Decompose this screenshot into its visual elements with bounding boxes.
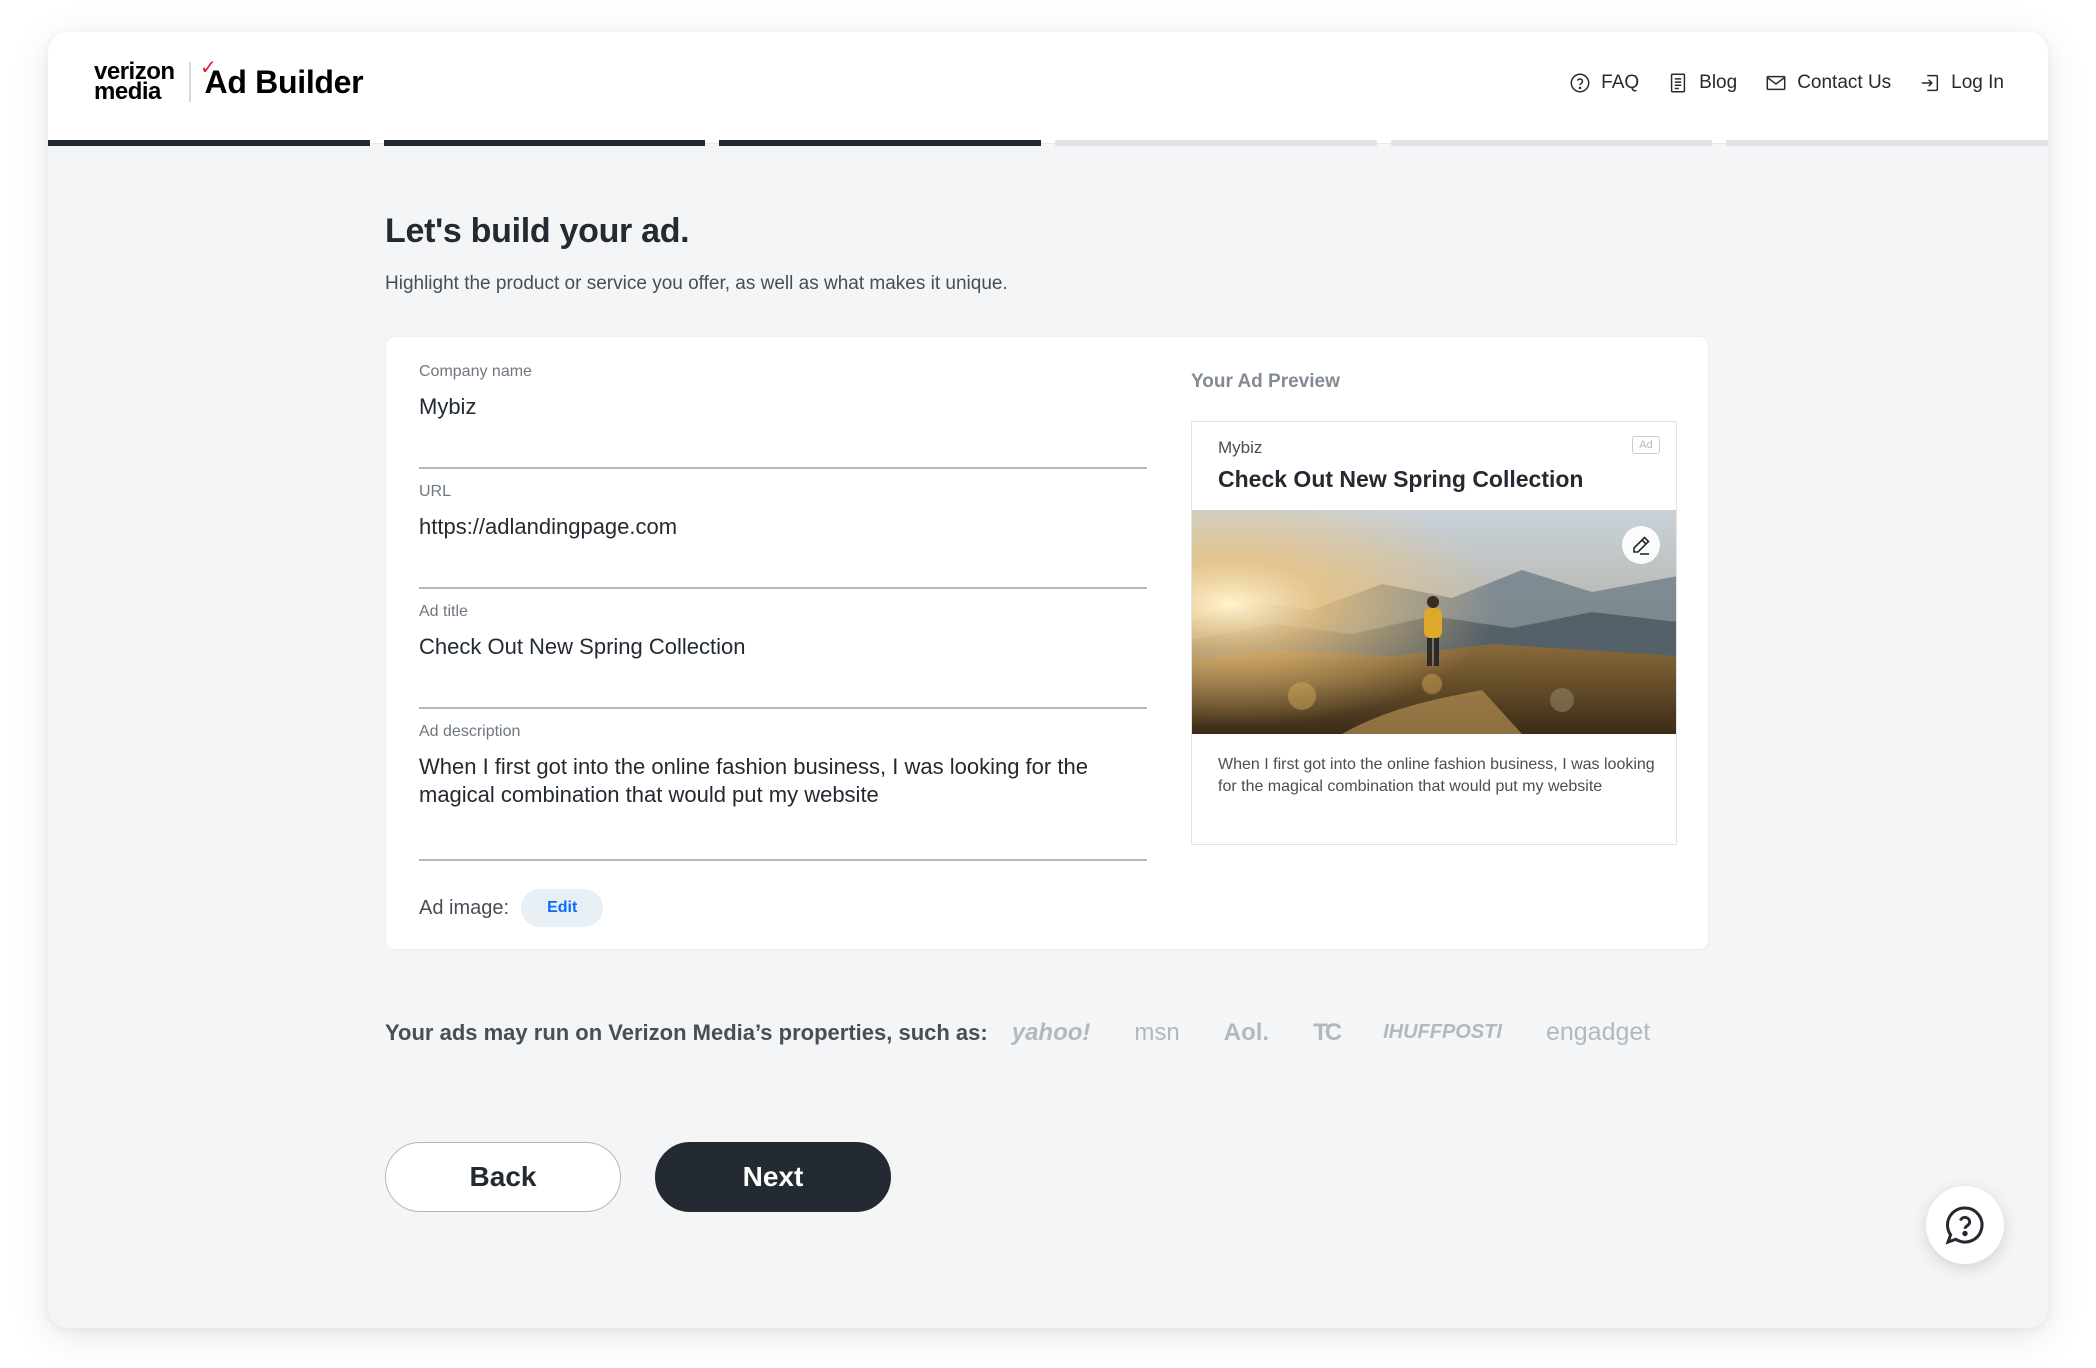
question-circle-icon	[1570, 73, 1590, 93]
ad-image-edit-button[interactable]: Edit	[521, 889, 604, 927]
back-button[interactable]: Back	[385, 1142, 621, 1212]
properties-row: Your ads may run on Verizon Media’s prop…	[385, 1018, 1709, 1047]
ad-title-field[interactable]: Ad title Check Out New Spring Collection	[419, 603, 1147, 723]
progress-step	[48, 140, 370, 146]
progress-stepper	[48, 140, 2048, 146]
logo-check-icon: ✓	[200, 57, 217, 79]
engadget-logo: engadget	[1545, 1018, 1651, 1046]
ad-image-row: Ad image: Edit	[419, 889, 1147, 927]
next-button[interactable]: Next	[655, 1142, 891, 1212]
properties-text: Your ads may run on Verizon Media’s prop…	[385, 1019, 988, 1045]
pencil-icon	[1633, 536, 1650, 555]
preview-title: Check Out New Spring Collection	[1218, 466, 1584, 492]
ad-title-label: Ad title	[419, 603, 468, 620]
field-underline	[419, 587, 1147, 589]
ad-badge: Ad	[1632, 436, 1660, 454]
page-title: Let's build your ad.	[385, 212, 690, 250]
page-subtitle: Highlight the product or service you off…	[385, 273, 1008, 294]
preview-company: Mybiz	[1218, 438, 1263, 457]
nav-faq-label: FAQ	[1601, 72, 1640, 93]
progress-step	[1055, 140, 1377, 146]
msn-logo: msn	[1134, 1018, 1180, 1046]
progress-step	[1390, 140, 1713, 146]
yahoo-logo: yahoo!	[1011, 1018, 1091, 1046]
aol-logo: Aol.	[1223, 1018, 1270, 1046]
brand-divider	[188, 62, 191, 102]
nav-log-in[interactable]: Log In	[1919, 72, 2004, 94]
brand[interactable]: verizon media ✓ Ad Builder	[94, 58, 364, 105]
logo-line-media: media	[94, 78, 161, 105]
field-underline	[419, 707, 1147, 709]
progress-step	[1726, 140, 2048, 146]
ad-preview-heading: Your Ad Preview	[1191, 371, 1340, 392]
ad-title-input[interactable]: Check Out New Spring Collection	[419, 633, 1139, 661]
field-underline	[419, 859, 1147, 861]
top-header: verizon media ✓ Ad Builder FAQ Blog Cont…	[48, 32, 2048, 144]
preview-description: When I first got into the online fashion…	[1218, 756, 1655, 795]
chat-help-button[interactable]	[1926, 1186, 2004, 1264]
nav-contact-us[interactable]: Contact Us	[1765, 72, 1891, 94]
nav-blog-label: Blog	[1699, 72, 1738, 93]
progress-step	[719, 140, 1042, 146]
ad-builder-card: Company name Mybiz URL https://adlanding…	[385, 336, 1709, 950]
chat-question-icon	[1945, 1206, 1984, 1245]
nav-blog[interactable]: Blog	[1667, 72, 1737, 94]
action-buttons: Back Next	[385, 1142, 891, 1212]
field-underline	[419, 467, 1147, 469]
preview-image	[1192, 510, 1676, 734]
techcrunch-logo: TC	[1313, 1018, 1342, 1046]
document-icon	[1671, 73, 1686, 93]
main-content: Let's build your ad. Highlight the produ…	[385, 212, 1709, 1212]
url-field[interactable]: URL https://adlandingpage.com	[419, 483, 1147, 603]
envelope-icon	[1766, 75, 1786, 91]
url-input[interactable]: https://adlandingpage.com	[419, 513, 1139, 541]
nav-login-label: Log In	[1951, 72, 2004, 93]
url-label: URL	[419, 483, 452, 500]
ad-form: Company name Mybiz URL https://adlanding…	[419, 363, 1147, 927]
app-title: Ad Builder	[204, 63, 364, 100]
company-name-field[interactable]: Company name Mybiz	[419, 363, 1147, 483]
ad-description-field[interactable]: Ad description When I first got into the…	[419, 723, 1147, 861]
preview-image-edit-button[interactable]	[1622, 526, 1660, 564]
progress-step	[383, 140, 706, 146]
nav-faq[interactable]: FAQ	[1569, 72, 1639, 94]
ad-image-label: Ad image:	[419, 896, 510, 919]
company-name-input[interactable]: Mybiz	[419, 393, 1139, 421]
login-icon	[1921, 74, 1939, 92]
huffpost-logo: IHUFFPOSTI	[1383, 1021, 1502, 1043]
top-nav: FAQ Blog Contact Us Log In	[1569, 72, 2004, 94]
ad-description-label: Ad description	[419, 723, 521, 740]
ad-preview-card: Mybiz Ad Check Out New Spring Collection	[1191, 421, 1677, 845]
nav-contact-label: Contact Us	[1797, 72, 1892, 93]
company-name-label: Company name	[419, 363, 532, 380]
verizon-media-logo: verizon media ✓	[94, 58, 217, 105]
app-window: verizon media ✓ Ad Builder FAQ Blog Cont…	[48, 32, 2048, 1328]
ad-description-input[interactable]: When I first got into the online fashion…	[419, 753, 1139, 809]
